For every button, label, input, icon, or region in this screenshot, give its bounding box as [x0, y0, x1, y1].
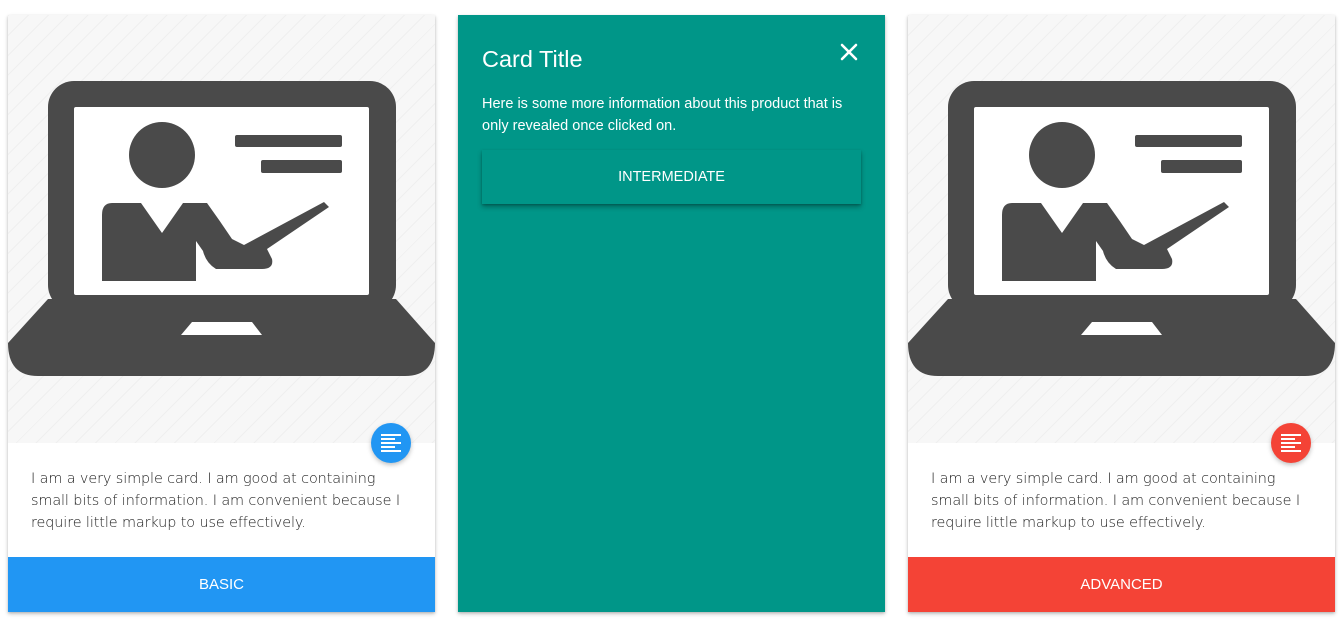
card-intermediate: Card Title Here is some more information… — [458, 15, 885, 612]
card-image[interactable] — [908, 15, 1335, 443]
text-lines-icon — [1281, 434, 1301, 452]
reveal-title: Card Title — [482, 46, 583, 72]
reveal-fab-button[interactable] — [371, 423, 411, 463]
card-advanced: I am a very simple card. I am good at co… — [908, 15, 1335, 612]
reveal-description: Here is some more information about this… — [482, 96, 843, 134]
intermediate-button[interactable]: INTERMEDIATE — [482, 150, 861, 204]
laptop-presenter-icon — [908, 81, 1335, 376]
card-basic: I am a very simple card. I am good at co… — [8, 15, 435, 612]
reveal-fab-button[interactable] — [1271, 423, 1311, 463]
card-content-text: I am a very simple card. I am good at co… — [908, 443, 1335, 557]
basic-button[interactable]: BASIC — [8, 557, 435, 612]
card-image[interactable] — [8, 15, 435, 443]
text-lines-icon — [381, 434, 401, 452]
close-icon[interactable] — [839, 42, 859, 62]
laptop-presenter-icon — [8, 81, 435, 376]
advanced-button[interactable]: ADVANCED — [908, 557, 1335, 612]
card-reveal-panel: Card Title Here is some more information… — [458, 15, 885, 612]
card-content-text: I am a very simple card. I am good at co… — [8, 443, 435, 557]
